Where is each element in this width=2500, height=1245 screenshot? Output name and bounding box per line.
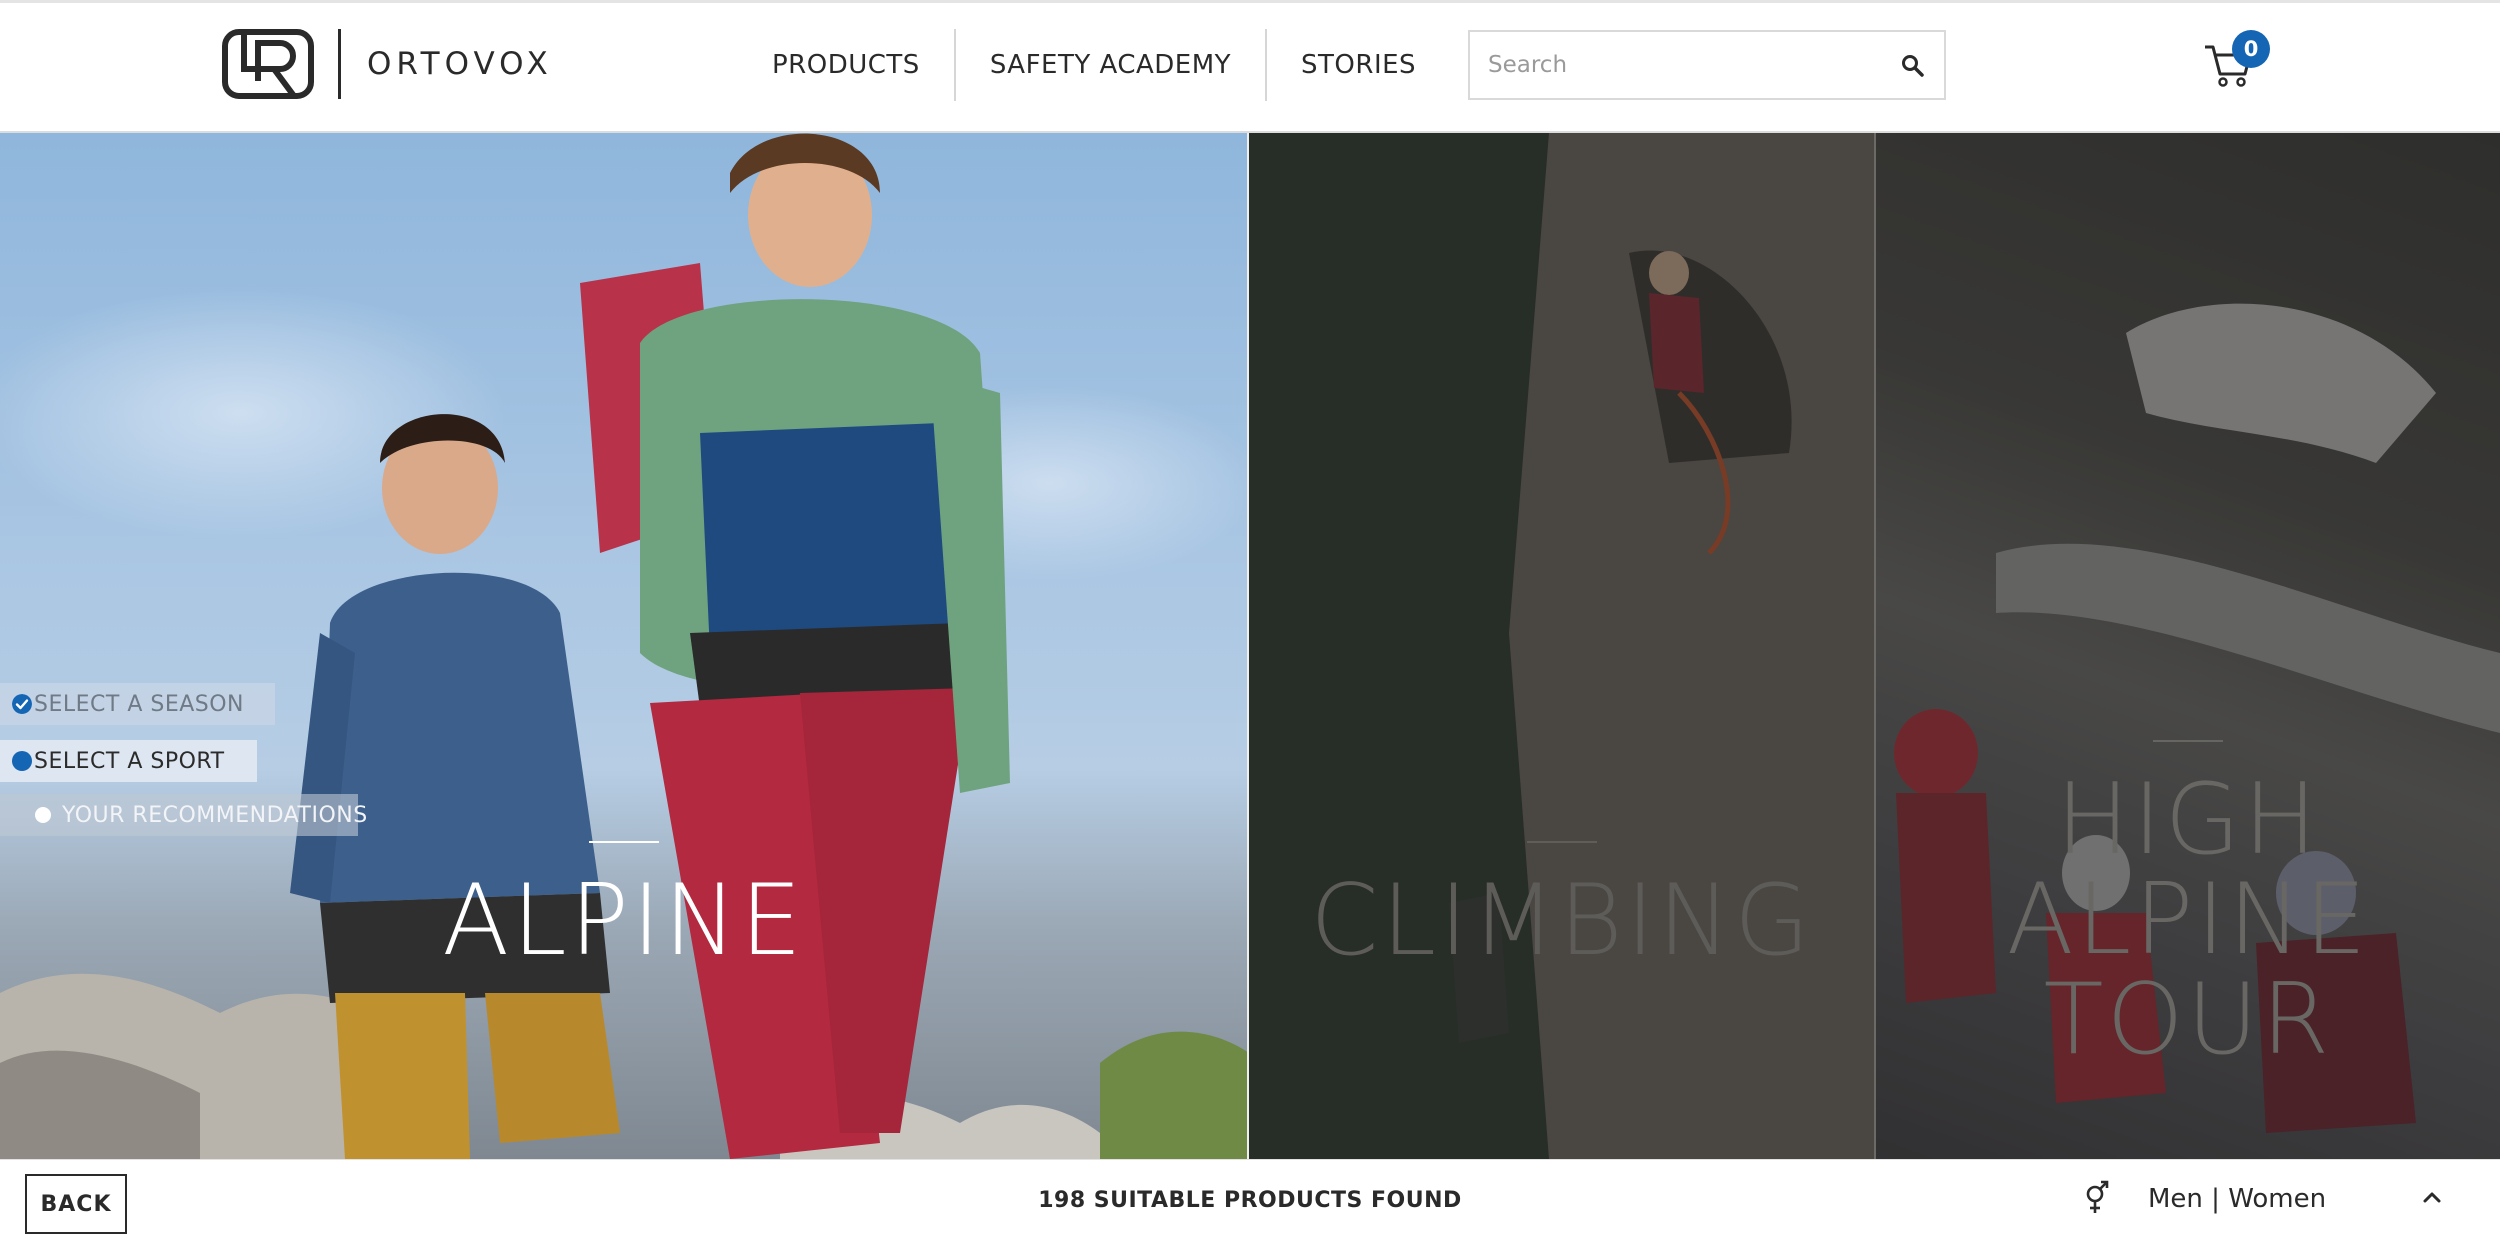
alpine-title-block: ALPINE — [0, 841, 1247, 971]
panel-title-alpine: ALPINE — [442, 864, 805, 978]
brand-logo[interactable]: ORTOVOX — [222, 27, 553, 101]
step-select-season[interactable]: SELECT A SEASON — [0, 683, 275, 725]
title-rule — [1526, 841, 1597, 843]
panel-title-high-alpine-line2: TOUR — [2043, 963, 2333, 1077]
ortovox-logo-icon — [222, 29, 314, 99]
climbing-dim-overlay — [1249, 133, 1874, 1159]
sport-panel-climbing[interactable]: CLIMBING — [1249, 133, 1876, 1159]
sport-selection-panels: ALPINE CLIMBING HIGH ALPINE TOUR SELECT … — [0, 133, 2500, 1159]
results-footer-bar: BACK 198 SUITABLE PRODUCTS FOUND Men | W… — [0, 1159, 2500, 1245]
title-rule — [2153, 740, 2223, 742]
alpine-hikers-image — [0, 133, 1247, 1159]
sport-panel-high-alpine-tour[interactable]: HIGH ALPINE TOUR — [1876, 133, 2500, 1159]
step-your-recommendations: YOUR RECOMMENDATIONS — [0, 794, 367, 836]
climbing-title-block: CLIMBING — [1249, 841, 1874, 971]
chevron-up-icon[interactable] — [2422, 1190, 2442, 1204]
nav-safety-academy[interactable]: SAFETY ACADEMY — [956, 29, 1265, 101]
logo-divider — [338, 29, 341, 99]
nav-products[interactable]: PRODUCTS — [740, 29, 954, 101]
gender-icon — [2086, 1180, 2109, 1213]
panel-title-high-alpine-line1: HIGH ALPINE — [2006, 763, 2370, 977]
cart-count-badge: 0 — [2232, 30, 2270, 68]
nav-stories[interactable]: STORIES — [1267, 29, 1450, 101]
brand-wordmark: ORTOVOX — [367, 46, 553, 82]
active-dot-icon — [12, 751, 32, 771]
panel-title-climbing: CLIMBING — [1310, 864, 1813, 978]
step-label: SELECT A SPORT — [34, 748, 225, 774]
check-circle-icon — [12, 694, 32, 714]
search-input[interactable] — [1470, 32, 1870, 98]
sport-panel-alpine[interactable]: ALPINE — [0, 133, 1249, 1159]
search-box — [1468, 30, 1946, 100]
step-select-sport: SELECT A SPORT — [0, 740, 257, 782]
products-found-count: 198 SUITABLE PRODUCTS FOUND — [1038, 1188, 1462, 1213]
page: ORTOVOX PRODUCTS SAFETY ACADEMY STORIES … — [0, 0, 2500, 1245]
cart-button[interactable]: 0 — [2203, 30, 2283, 93]
step-label: SELECT A SEASON — [34, 691, 245, 717]
site-header: ORTOVOX PRODUCTS SAFETY ACADEMY STORIES … — [0, 0, 2500, 133]
main-nav: PRODUCTS SAFETY ACADEMY STORIES — [740, 29, 1450, 101]
high-alpine-tour-title-block: HIGH ALPINE TOUR — [1876, 740, 2500, 1070]
gender-filter-select[interactable]: Men | Women — [2148, 1184, 2326, 1214]
pending-dot-icon — [35, 807, 51, 823]
title-rule — [588, 841, 659, 843]
search-icon[interactable] — [1900, 53, 1926, 79]
step-label: YOUR RECOMMENDATIONS — [62, 802, 368, 828]
